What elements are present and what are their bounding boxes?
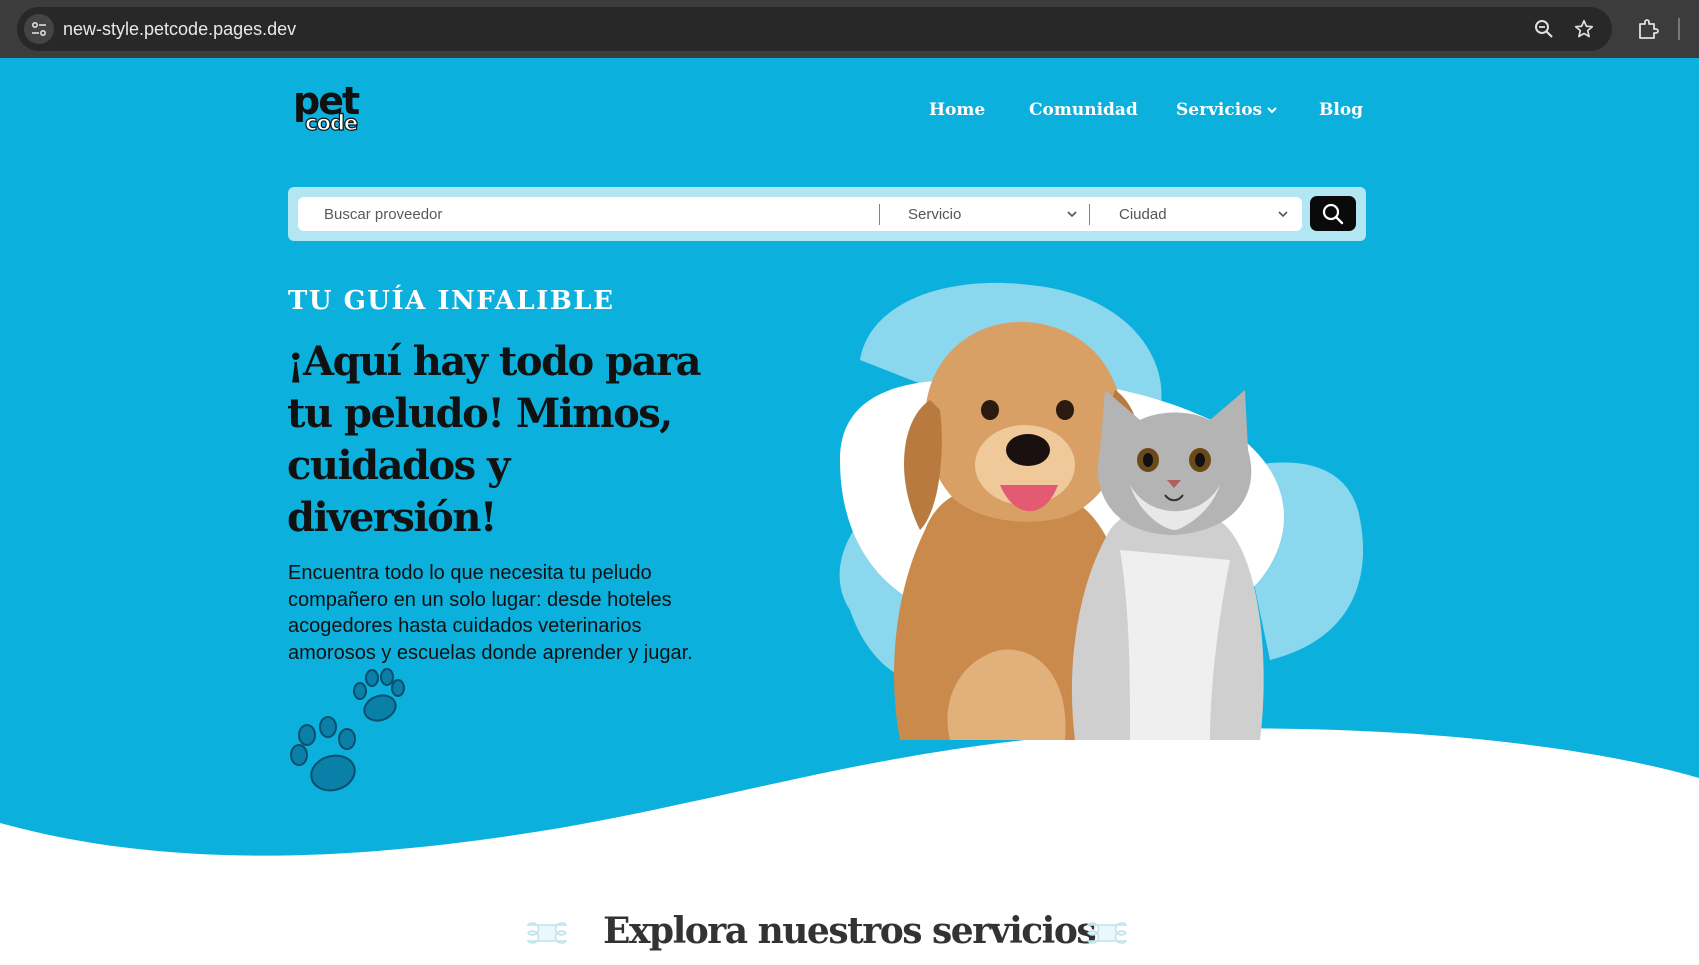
chevron-down-icon <box>1067 211 1077 218</box>
hero-description: Encuentra todo lo que necesita tu peludo… <box>288 562 693 664</box>
site-info-icon[interactable] <box>24 14 54 44</box>
services-section-header: Explora nuestros servicios <box>0 910 1699 960</box>
main-nav: Home Comunidad Servicios Blog <box>0 100 1699 130</box>
search-icon <box>1322 203 1344 224</box>
address-bar[interactable]: new-style.petcode.pages.dev <box>17 7 1612 51</box>
bone-icon <box>526 922 568 944</box>
browser-toolbar: new-style.petcode.pages.dev <box>0 0 1699 58</box>
services-title: Explora nuestros servicios <box>603 910 1097 952</box>
city-select[interactable]: Ciudad <box>1119 197 1289 231</box>
service-select-value: Servicio <box>908 205 962 223</box>
nav-blog-label: Blog <box>1319 100 1364 120</box>
search-divider <box>879 204 880 225</box>
hero-headline: ¡Aquí hay todo para tu peludo! Mimos, cu… <box>287 338 702 541</box>
service-select[interactable]: Servicio <box>908 197 1078 231</box>
hero-section: pet code Home Comunidad Servicios Blog B… <box>0 58 1699 965</box>
dog-and-cat-illustration <box>839 282 1364 740</box>
provider-search-input[interactable] <box>312 197 872 231</box>
search-bar: Servicio Ciudad <box>298 197 1302 231</box>
nav-home-label: Home <box>929 100 986 120</box>
hero-eyebrow: TU GUÍA INFALIBLE <box>288 286 615 316</box>
search-divider <box>1089 204 1090 225</box>
zoom-icon[interactable] <box>1532 17 1556 41</box>
nav-servicios[interactable]: Servicios <box>1176 100 1278 120</box>
nav-comunidad[interactable]: Comunidad <box>1029 100 1138 120</box>
toolbar-divider <box>1678 18 1680 40</box>
chevron-down-icon <box>1278 211 1288 218</box>
nav-comunidad-label: Comunidad <box>1029 100 1138 120</box>
nav-home[interactable]: Home <box>929 100 985 120</box>
bone-icon <box>1086 922 1128 944</box>
url-text[interactable]: new-style.petcode.pages.dev <box>63 19 296 40</box>
extensions-icon[interactable] <box>1635 16 1661 42</box>
search-panel: Servicio Ciudad <box>288 187 1366 241</box>
nav-servicios-label: Servicios <box>1176 100 1263 120</box>
city-select-value: Ciudad <box>1119 205 1167 223</box>
bookmark-star-icon[interactable] <box>1572 17 1596 41</box>
chevron-down-icon <box>1267 107 1277 114</box>
paw-prints-icon <box>290 668 405 792</box>
nav-blog[interactable]: Blog <box>1319 100 1363 120</box>
page-viewport: pet code Home Comunidad Servicios Blog B… <box>0 58 1699 965</box>
search-button[interactable] <box>1310 196 1356 231</box>
